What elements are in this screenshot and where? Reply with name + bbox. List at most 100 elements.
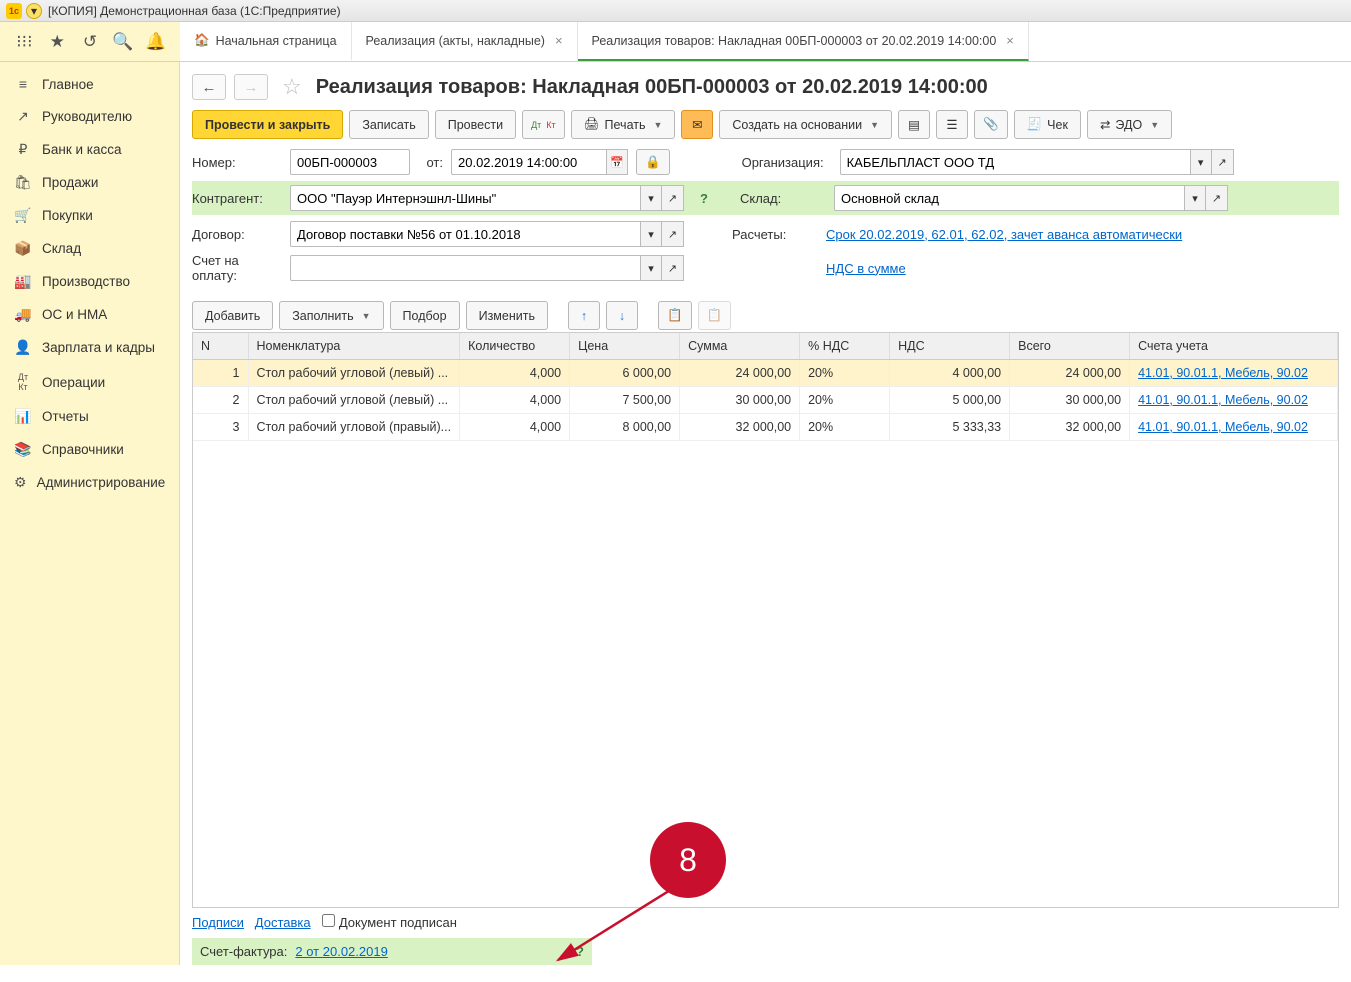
cell-vat[interactable]: 5 333,33 [890,414,1010,441]
warehouse-input[interactable] [834,185,1184,211]
history-icon[interactable]: ↺ [80,32,100,52]
open-icon[interactable]: ↗ [1206,185,1228,211]
table-row[interactable]: 2Стол рабочий угловой (левый) ...4,0007 … [193,387,1338,414]
cell-qty[interactable]: 4,000 [460,360,570,387]
cell-vat-pct[interactable]: 20% [800,360,890,387]
paste-button[interactable]: 📋 [698,301,732,330]
open-icon[interactable]: ↗ [1212,149,1234,175]
sidebar-item-manager[interactable]: ↗Руководителю [0,100,179,133]
sidebar-item-catalogs[interactable]: 📚Справочники [0,433,179,466]
calendar-icon[interactable]: 📅 [606,149,628,175]
dropdown-icon[interactable]: ▾ [640,255,662,281]
dtkt-button[interactable]: ДтКт [522,110,565,139]
tab-home[interactable]: 🏠 Начальная страница [180,22,352,61]
create-based-button[interactable]: Создать на основании▼ [719,110,892,139]
cell-acct[interactable]: 41.01, 90.01.1, Мебель, 90.02 [1130,387,1338,414]
sidebar-item-admin[interactable]: ⚙Администрирование [0,466,179,499]
search-icon[interactable]: 🔍 [113,32,133,52]
cell-sum[interactable]: 32 000,00 [680,414,800,441]
add-row-button[interactable]: Добавить [192,301,273,330]
sidebar-item-assets[interactable]: 🚚ОС и НМА [0,298,179,331]
change-button[interactable]: Изменить [466,301,548,330]
number-input[interactable] [290,149,410,175]
close-icon[interactable]: × [555,33,563,48]
cell-total[interactable]: 32 000,00 [1010,414,1130,441]
cell-total[interactable]: 24 000,00 [1010,360,1130,387]
contr-input[interactable] [290,185,640,211]
copy-button[interactable]: 📋 [658,301,692,330]
bell-icon[interactable]: 🔔 [146,32,166,52]
col-price[interactable]: Цена [570,333,680,360]
invoice-pay-input[interactable] [290,255,640,281]
sidebar-item-bank[interactable]: ₽Банк и касса [0,133,179,166]
date-input[interactable] [451,149,606,175]
sidebar-item-warehouse[interactable]: 📦Склад [0,232,179,265]
sidebar-item-purchases[interactable]: 🛒Покупки [0,199,179,232]
print-button[interactable]: 🖨Печать▼ [571,110,676,139]
dropdown-icon[interactable]: ▾ [1184,185,1206,211]
fill-button[interactable]: Заполнить▼ [279,301,383,330]
dropdown-icon[interactable]: ▾ [640,221,662,247]
col-vat[interactable]: НДС [890,333,1010,360]
col-sum[interactable]: Сумма [680,333,800,360]
lock-button[interactable]: 🔒 [636,149,670,175]
sidebar-item-reports[interactable]: 📊Отчеты [0,400,179,433]
attach-button[interactable]: 📎 [974,110,1008,139]
cell-price[interactable]: 8 000,00 [570,414,680,441]
signatures-link[interactable]: Подписи [192,915,244,930]
move-up-button[interactable]: ↑ [568,301,600,330]
invoice-link[interactable]: 2 от 20.02.2019 [295,944,387,959]
star-icon[interactable]: ★ [47,32,67,52]
post-and-close-button[interactable]: Провести и закрыть [192,110,343,139]
cell-sum[interactable]: 24 000,00 [680,360,800,387]
col-total[interactable]: Всего [1010,333,1130,360]
col-acct[interactable]: Счета учета [1130,333,1338,360]
cell-qty[interactable]: 4,000 [460,387,570,414]
cell-total[interactable]: 30 000,00 [1010,387,1130,414]
favorite-star-icon[interactable]: ☆ [282,74,302,100]
open-icon[interactable]: ↗ [662,255,684,281]
open-icon[interactable]: ↗ [662,185,684,211]
dropdown-icon[interactable]: ▾ [1190,149,1212,175]
close-icon[interactable]: × [1006,33,1014,48]
dropdown-circle-icon[interactable]: ▾ [26,3,42,19]
col-nom[interactable]: Номенклатура [248,333,460,360]
contract-input[interactable] [290,221,640,247]
cell-price[interactable]: 6 000,00 [570,360,680,387]
cell-vat-pct[interactable]: 20% [800,414,890,441]
sidebar-item-payroll[interactable]: 👤Зарплата и кадры [0,331,179,364]
col-n[interactable]: N [193,333,248,360]
list-icon-button[interactable]: ☰ [936,110,968,139]
cell-nom[interactable]: Стол рабочий угловой (правый)... [248,414,460,441]
cell-nom[interactable]: Стол рабочий угловой (левый) ... [248,360,460,387]
apps-icon[interactable]: ⁝⁝⁝ [14,32,34,52]
form-icon-button[interactable]: ▤ [898,110,930,139]
cheque-button[interactable]: 🧾Чек [1014,110,1081,139]
open-icon[interactable]: ↗ [662,221,684,247]
move-down-button[interactable]: ↓ [606,301,638,330]
cell-vat-pct[interactable]: 20% [800,387,890,414]
cell-nom[interactable]: Стол рабочий угловой (левый) ... [248,387,460,414]
cell-acct[interactable]: 41.01, 90.01.1, Мебель, 90.02 [1130,414,1338,441]
org-input[interactable] [840,149,1190,175]
cell-n[interactable]: 1 [193,360,248,387]
doc-signed-checkbox-label[interactable]: Документ подписан [322,915,457,930]
email-button[interactable]: ✉ [681,110,713,139]
sidebar-item-production[interactable]: 🏭Производство [0,265,179,298]
table-row[interactable]: 3Стол рабочий угловой (правый)...4,0008 … [193,414,1338,441]
cell-n[interactable]: 2 [193,387,248,414]
dropdown-icon[interactable]: ▾ [640,185,662,211]
tab-realization-list[interactable]: Реализация (акты, накладные) × [352,22,578,61]
back-button[interactable]: ← [192,74,226,100]
forward-button[interactable]: → [234,74,268,100]
help-button[interactable]: ? [694,185,714,211]
cell-vat[interactable]: 4 000,00 [890,360,1010,387]
cell-vat[interactable]: 5 000,00 [890,387,1010,414]
delivery-link[interactable]: Доставка [255,915,311,930]
vat-link[interactable]: НДС в сумме [826,261,906,276]
table-row[interactable]: 1Стол рабочий угловой (левый) ...4,0006 … [193,360,1338,387]
sidebar-item-sales[interactable]: 🛍Продажи [0,166,179,199]
save-button[interactable]: Записать [349,110,428,139]
cell-price[interactable]: 7 500,00 [570,387,680,414]
post-button[interactable]: Провести [435,110,516,139]
